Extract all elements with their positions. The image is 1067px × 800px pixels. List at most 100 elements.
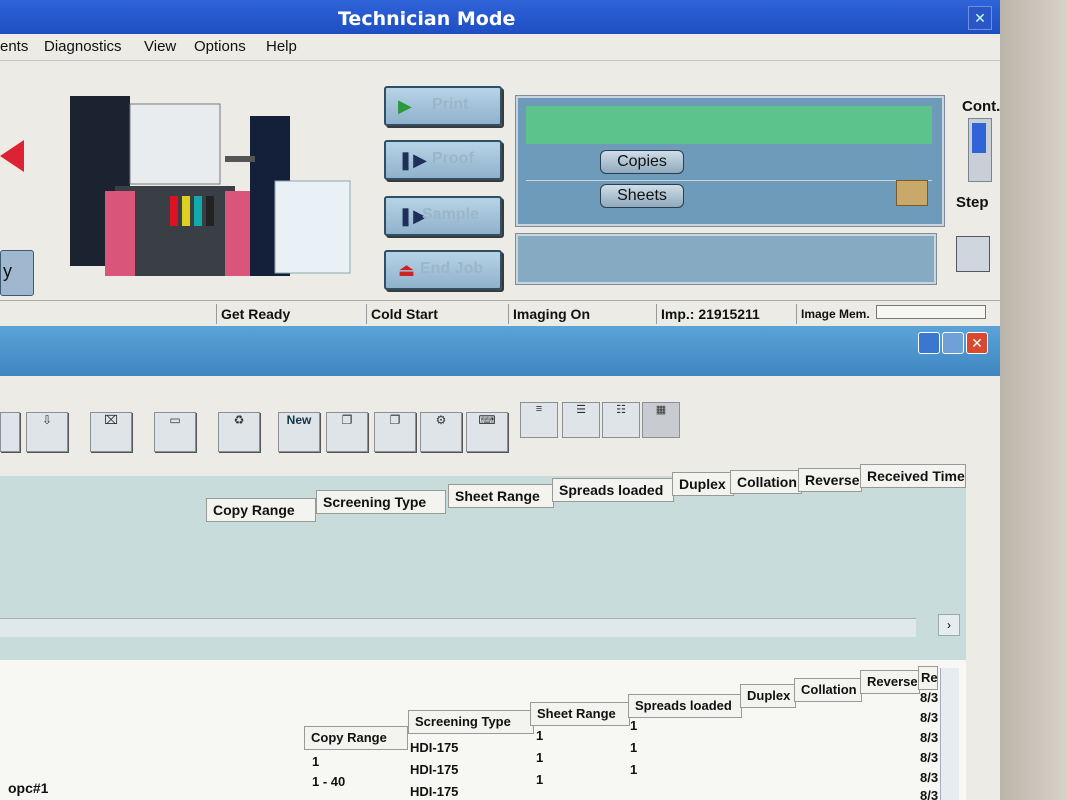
proof-button[interactable]: ❚▶ Proof <box>384 140 502 180</box>
row2-sheet-range: 1 <box>536 750 544 765</box>
horizontal-scrollbar[interactable] <box>0 618 916 637</box>
row6-received: 8/3 <box>920 788 939 800</box>
status-impressions: Imp.: 21915211 <box>656 304 793 324</box>
sheets-button[interactable]: Sheets <box>600 184 684 208</box>
col-sheet-range[interactable]: Sheet Range <box>448 484 554 508</box>
keyboard-icon[interactable]: ⌨ <box>466 412 508 452</box>
window-title: Technician Mode <box>338 8 516 30</box>
secondary-queue-panel <box>515 233 937 285</box>
technician-window: Technician Mode ✕ ents Diagnostics View … <box>0 0 1000 800</box>
print-label: Print <box>432 96 469 113</box>
col2-reverse[interactable]: Reverse <box>860 670 920 694</box>
new-label: New <box>286 413 312 427</box>
sample-button[interactable]: ❚▶ Sample <box>384 196 502 236</box>
col2-sheet-range[interactable]: Sheet Range <box>530 702 630 726</box>
col2-duplex[interactable]: Duplex <box>740 684 796 708</box>
active-job-bar[interactable] <box>526 106 932 144</box>
col-duplex[interactable]: Duplex <box>672 472 734 496</box>
delete-icon[interactable]: ⌧ <box>90 412 132 452</box>
row3-sheet-range: 1 <box>536 772 544 787</box>
folder-icon[interactable] <box>896 180 928 206</box>
row1-spreads: 1 <box>630 718 638 733</box>
press-illustration <box>70 96 351 276</box>
view-tree-icon[interactable]: ☰ <box>562 402 600 438</box>
status-cold-start: Cold Start <box>366 304 503 324</box>
duplicate-icon[interactable]: ❐ <box>374 412 416 452</box>
job-toolbar: ⇩ ⌧ ▭ ♻ New ❐ ❐ ⚙ ⌨ ≡ ☰ ☷ ▦ <box>0 378 1000 458</box>
row5-received: 8/3 <box>920 770 939 785</box>
status-state: Get Ready <box>216 304 365 324</box>
col-screening-type[interactable]: Screening Type <box>316 490 446 514</box>
menu-item-documents[interactable]: ents <box>0 38 28 55</box>
col2-copy-range[interactable]: Copy Range <box>304 726 408 750</box>
menu-item-options[interactable]: Options <box>194 38 246 55</box>
row3-spreads: 1 <box>630 762 638 777</box>
row1-screening: HDI-175 <box>410 740 459 755</box>
maximize-icon[interactable] <box>942 332 964 354</box>
menu-item-view[interactable]: View <box>144 38 176 55</box>
copies-button[interactable]: Copies <box>600 150 684 174</box>
ready-button-label: y <box>3 261 12 281</box>
row3-screening: HDI-175 <box>410 784 459 799</box>
job-name-cell[interactable]: opc#1 <box>8 780 48 796</box>
proof-icon: ❚▶ <box>398 150 427 170</box>
tools-icon[interactable]: ⚙ <box>420 412 462 452</box>
eject-icon: ⏏ <box>398 260 416 280</box>
copy-icon[interactable]: ❐ <box>326 412 368 452</box>
col2-received[interactable]: Re <box>918 666 938 690</box>
recycle-icon[interactable]: ♻ <box>218 412 260 452</box>
step-label: Step <box>956 194 989 211</box>
col-received-time[interactable]: Received Time <box>860 464 966 488</box>
col2-spreads-loaded[interactable]: Spreads loaded <box>628 694 742 718</box>
row3-received: 8/3 <box>920 730 939 745</box>
view-list-icon[interactable]: ≡ <box>520 402 558 438</box>
toolbar-button-1[interactable] <box>0 412 20 452</box>
printer-icon[interactable] <box>956 236 990 272</box>
row2-spreads: 1 <box>630 740 638 755</box>
jobs-grid-bottom: Copy Range Screening Type Sheet Range Sp… <box>0 660 966 800</box>
scroll-right-icon[interactable]: › <box>938 614 960 636</box>
col-spreads-loaded[interactable]: Spreads loaded <box>552 478 674 502</box>
status-image-mem: Image Mem. <box>796 304 877 324</box>
import-icon[interactable]: ⇩ <box>26 412 68 452</box>
row2-received: 8/3 <box>920 710 939 725</box>
col2-collation[interactable]: Collation <box>794 678 862 702</box>
job-manager-titlebar: ✕ <box>0 326 1000 376</box>
status-bar: Get Ready Cold Start Imaging On Imp.: 21… <box>0 300 1000 327</box>
cont-step-slider[interactable] <box>968 118 992 182</box>
view-details-icon[interactable]: ☷ <box>602 402 640 438</box>
row1-received: 8/3 <box>920 690 939 705</box>
row2-screening: HDI-175 <box>410 762 459 777</box>
cont-label: Cont. <box>962 98 1000 115</box>
job-queue-panel: Copies Sheets <box>515 95 945 227</box>
queue-divider <box>526 180 932 181</box>
proof-label: Proof <box>432 150 474 167</box>
end-job-label: End Job <box>420 260 484 277</box>
menu-item-diagnostics[interactable]: Diagnostics <box>44 38 122 55</box>
view-table-icon[interactable]: ▦ <box>642 402 680 438</box>
back-arrow-icon[interactable] <box>0 140 24 172</box>
col2-screening-type[interactable]: Screening Type <box>408 710 534 734</box>
ready-button[interactable]: y <box>0 250 34 296</box>
col-reverse[interactable]: Reverse <box>798 468 862 492</box>
image-mem-gauge <box>876 305 986 319</box>
close-icon[interactable]: ✕ <box>968 6 992 30</box>
end-job-button[interactable]: ⏏ End Job <box>384 250 502 290</box>
play-icon: ▶ <box>398 96 412 116</box>
menu-item-help[interactable]: Help <box>266 38 297 55</box>
folder-open-icon[interactable]: ▭ <box>154 412 196 452</box>
row4-received: 8/3 <box>920 750 939 765</box>
new-job-button[interactable]: New <box>278 412 320 452</box>
sample-label: Sample <box>422 206 479 223</box>
col-copy-range[interactable]: Copy Range <box>206 498 316 522</box>
col-collation[interactable]: Collation <box>730 470 802 494</box>
slider-knob[interactable] <box>972 123 986 153</box>
menu-bar: ents Diagnostics View Options Help <box>0 34 1000 61</box>
row2-copy-range: 1 - 40 <box>312 774 346 789</box>
print-button[interactable]: ▶ Print <box>384 86 502 126</box>
close-window-icon[interactable]: ✕ <box>966 332 988 354</box>
vertical-scrollbar[interactable] <box>940 668 959 800</box>
row1-sheet-range: 1 <box>536 728 544 743</box>
monitor-bezel <box>997 0 1067 800</box>
minimize-icon[interactable] <box>918 332 940 354</box>
